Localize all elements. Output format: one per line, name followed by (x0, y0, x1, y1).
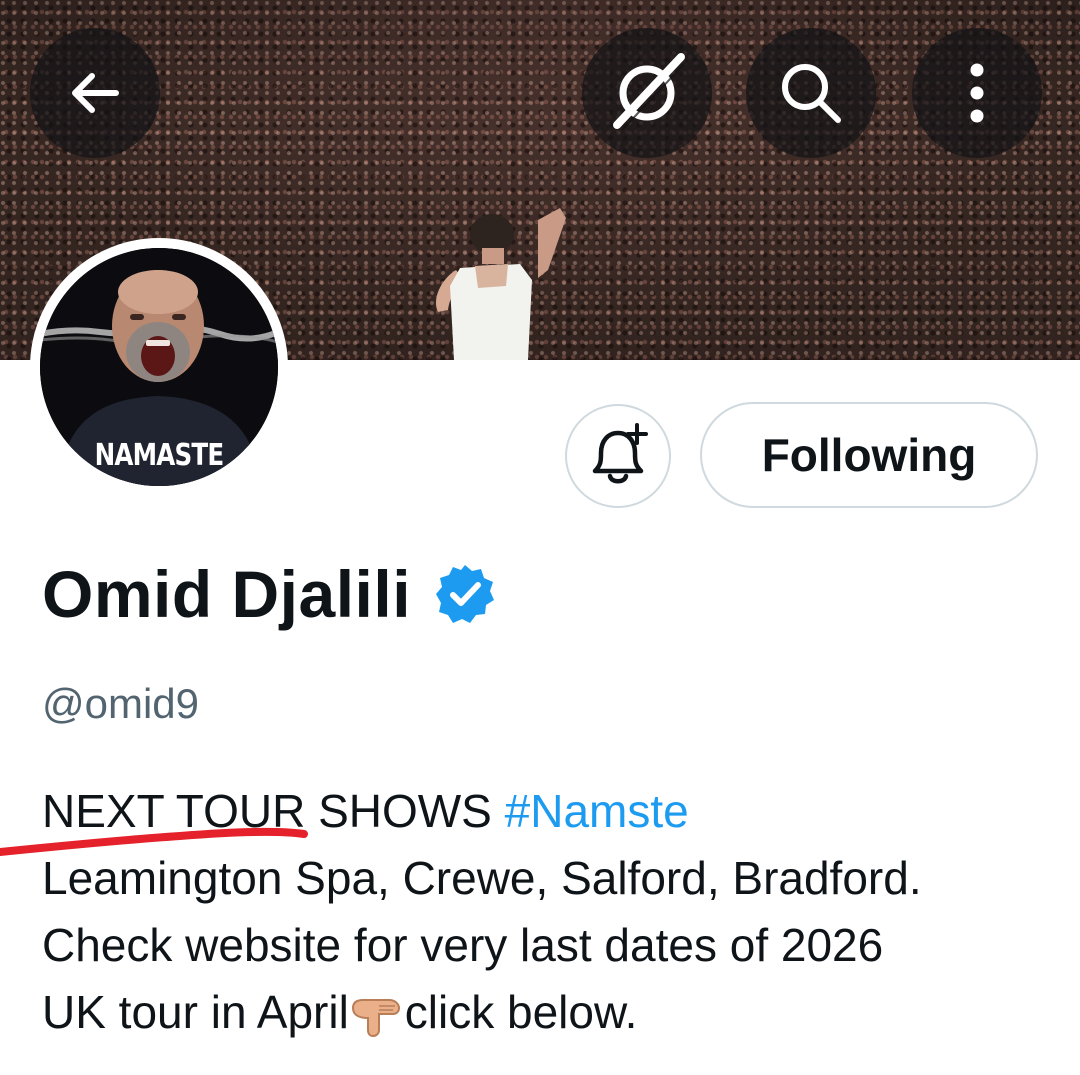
pointing-down-hand-icon (351, 999, 400, 1038)
bio-line-3: Check website for very last dates of 202… (42, 919, 884, 971)
grok-icon (613, 53, 688, 130)
avatar-photo: NAMASTE (40, 248, 278, 486)
back-button[interactable] (30, 28, 160, 158)
search-button[interactable] (746, 28, 876, 158)
avatar-shirt-text: NAMASTE (94, 438, 225, 473)
profile-bio: NEXT TOUR SHOWS #Namste Leamington Spa, … (42, 778, 1062, 1046)
bio-line-2: Leamington Spa, Crewe, Salford, Bradford… (42, 852, 922, 904)
bio-line-4: UK tour in April click below. (42, 979, 1062, 1046)
grok-button[interactable] (582, 28, 712, 158)
more-options-button[interactable] (912, 28, 1042, 158)
bio-text: NEXT TOUR SHOWS (42, 785, 505, 837)
bio-line-1: NEXT TOUR SHOWS #Namste (42, 778, 1062, 845)
bio-text: UK tour in April (42, 986, 349, 1038)
name-row: Omid Djalili (42, 556, 497, 632)
bio-text: click below. (404, 986, 638, 1038)
user-handle: @omid9 (42, 680, 200, 727)
verified-badge-icon[interactable] (433, 562, 497, 626)
more-vertical-icon (970, 63, 984, 123)
search-icon (782, 64, 841, 123)
display-name: Omid Djalili (42, 557, 412, 631)
banner-performer-figure (436, 208, 566, 360)
profile-avatar[interactable]: NAMASTE (30, 238, 288, 496)
hashtag-link[interactable]: #Namste (505, 785, 689, 837)
arrow-left-icon (72, 73, 119, 113)
bell-plus-icon (592, 423, 648, 484)
notify-button[interactable] (565, 404, 671, 508)
following-button[interactable]: Following (700, 402, 1038, 508)
